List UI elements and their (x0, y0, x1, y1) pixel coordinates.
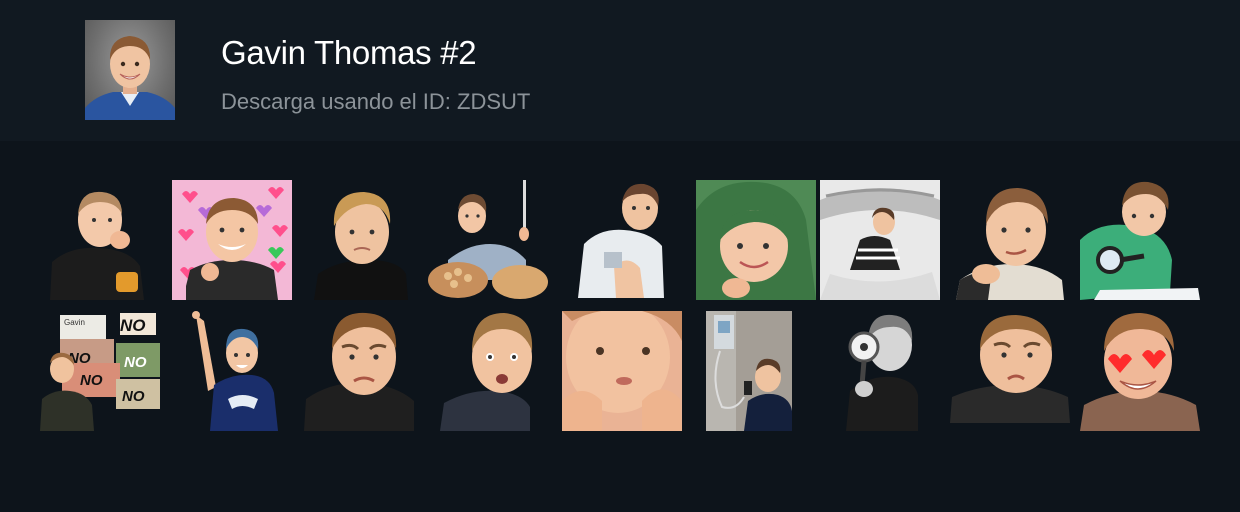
sticker-grid: Gavin NO NO NO NO NO (0, 141, 1240, 512)
boy-magnifier-reading-icon (1080, 181, 1200, 300)
sticker-15[interactable] (706, 311, 826, 431)
boy-payphone-icon (706, 311, 792, 431)
boy-magnifier-bw-icon (846, 314, 918, 431)
no-sign-4: NO (80, 372, 103, 389)
pack-cover-image[interactable] (85, 20, 175, 120)
boy-surprised-icon (440, 313, 533, 431)
boy-under-chair-icon (820, 180, 940, 300)
sticker-18[interactable] (1080, 311, 1200, 431)
pack-download-id: Descarga usando el ID: ZDSUT (221, 89, 531, 114)
sticker-13[interactable] (440, 311, 560, 431)
no-sign-1: NO (120, 316, 146, 335)
pack-header: Gavin Thomas #2 Descarga usando el ID: Z… (0, 0, 1240, 141)
boy-with-fork-icon (428, 180, 548, 299)
sticker-12[interactable] (304, 311, 424, 431)
sticker-6[interactable] (696, 180, 816, 300)
boy-skeptical-look-icon (314, 192, 408, 300)
sticker-3[interactable] (308, 180, 428, 300)
boy-pointing-up-icon (192, 311, 278, 431)
sticker-16[interactable] (830, 311, 950, 431)
boy-sitting-hoodie-icon (578, 183, 664, 298)
sticker-14[interactable] (562, 311, 682, 431)
sticker-4[interactable] (428, 180, 548, 300)
sticker-10[interactable]: Gavin NO NO NO NO NO (40, 311, 160, 431)
sticker-7[interactable] (820, 180, 940, 300)
sticker-9[interactable] (1080, 180, 1200, 300)
boy-pout-icon (950, 315, 1070, 423)
sticker-1[interactable] (40, 180, 160, 300)
boy-green-hood-icon (696, 180, 816, 300)
boy-eating-icon (50, 191, 144, 300)
boy-chin-rest-icon (956, 188, 1064, 300)
boy-hands-on-cheeks-icon (562, 311, 682, 431)
boy-heart-eyes-icon (1080, 313, 1200, 431)
boy-frown-icon (304, 312, 414, 431)
sticker-8[interactable] (952, 180, 1072, 300)
sticker-11[interactable] (182, 311, 302, 431)
boy-no-signs-icon: Gavin NO NO NO NO NO (40, 313, 160, 431)
no-sign-3: NO (124, 354, 147, 371)
sticker-5[interactable] (574, 180, 694, 300)
boy-hearts-background-icon (172, 180, 292, 300)
no-sign-5: NO (122, 388, 145, 405)
pack-title: Gavin Thomas #2 (221, 34, 477, 71)
sticker-2[interactable] (172, 180, 292, 300)
sticker-17[interactable] (950, 311, 1070, 431)
no-sign-small: Gavin (64, 318, 85, 327)
boy-portrait-icon (85, 36, 175, 120)
